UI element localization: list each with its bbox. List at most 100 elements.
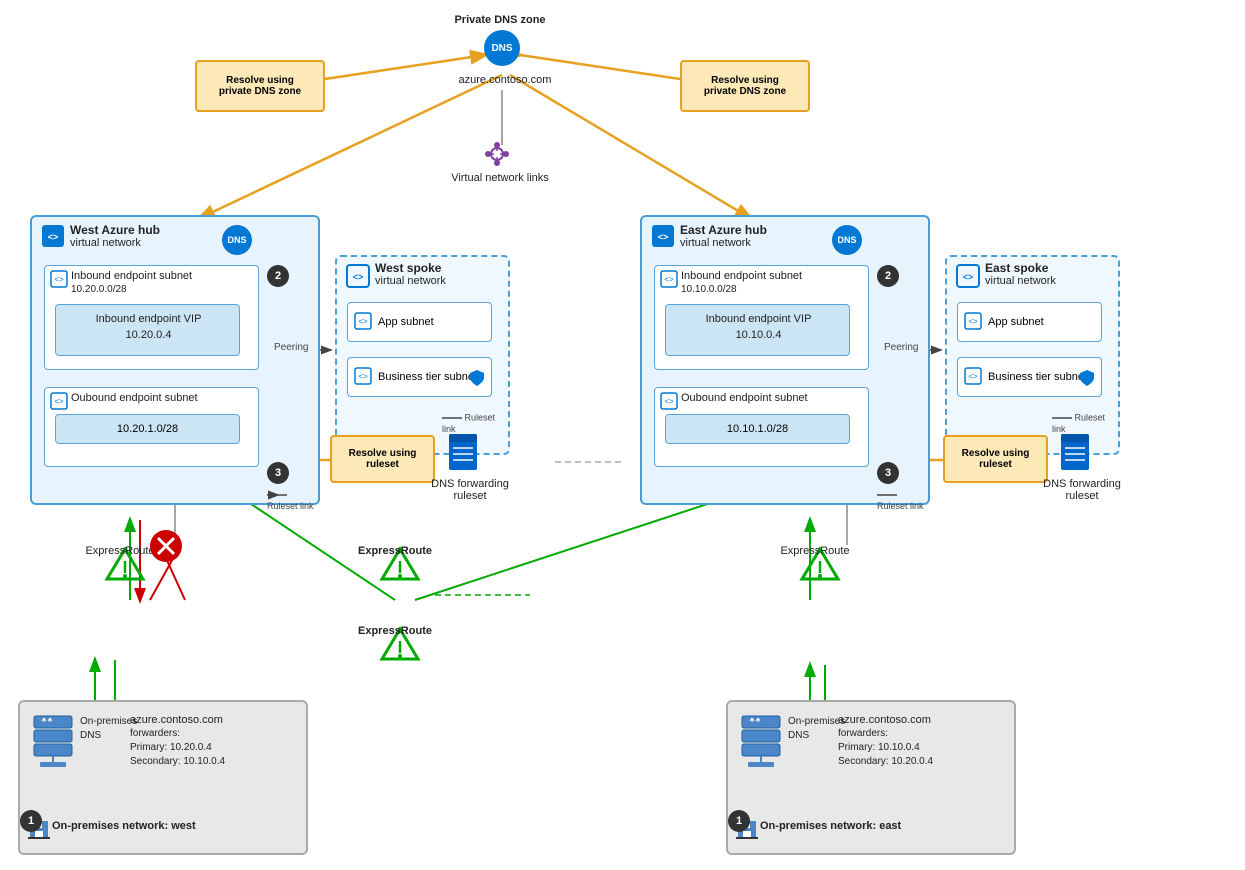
onprem-west-badge-1: 1 — [20, 810, 42, 832]
east-dns-ruleset-icon — [1057, 432, 1093, 475]
east-spoke-app-icon: <> — [964, 312, 982, 333]
east-hub-ruleset-link-label: Ruleset link — [877, 489, 928, 511]
west-hub-badge-3: 3 — [267, 462, 289, 484]
onprem-west-domain: azure.contoso.com — [130, 714, 223, 726]
east-hub-inbound-label: Inbound endpoint subnet — [681, 270, 802, 282]
west-spoke-business-subnet-box: <> Business tier subnet — [347, 357, 492, 397]
west-expressroute-icon: ExpressRoute — [95, 545, 155, 589]
east-spoke-vnet-icon: <> — [955, 263, 981, 292]
east-hub-inbound-ip: 10.10.0.0/28 — [681, 284, 737, 295]
svg-text:<>: <> — [968, 317, 978, 326]
east-spoke-subtitle: virtual network — [985, 275, 1056, 287]
east-spoke-shield-icon — [1079, 369, 1095, 390]
east-hub-inbound-subnet-box: <> Inbound endpoint subnet 10.10.0.0/28 … — [654, 265, 869, 370]
west-spoke-vnet-box: <> West spoke virtual network <> App sub… — [335, 255, 510, 455]
east-spoke-app-subnet-box: <> App subnet — [957, 302, 1102, 342]
block-icon — [148, 528, 184, 567]
west-resolve-ruleset-box: Resolve using ruleset — [330, 435, 435, 483]
east-peering-label: Peering — [884, 342, 918, 353]
onprem-east-badge-1: 1 — [728, 810, 750, 832]
east-spoke-ruleset-link: Ruleset link — [1052, 412, 1118, 434]
center-expressroute-bottom-icon: ExpressRoute — [370, 625, 430, 669]
onprem-east-dns-label: On-premises — [788, 716, 845, 727]
east-hub-vnet-box: <> East Azure hub virtual network DNS 2 … — [640, 215, 930, 505]
private-dns-circle: DNS — [484, 30, 520, 66]
west-spoke-subtitle: virtual network — [375, 275, 446, 287]
west-resolve-private-dns-box: Resolve using private DNS zone — [195, 60, 325, 112]
west-spoke-ruleset-link: Ruleset link — [442, 412, 508, 434]
svg-text:<>: <> — [353, 272, 364, 282]
west-resolve-label: Resolve using private DNS zone — [219, 75, 301, 97]
west-hub-title: West Azure hub — [70, 223, 160, 237]
west-dns-ruleset-icon — [445, 432, 481, 475]
onprem-east-box: On-premises DNS azure.contoso.com forwar… — [726, 700, 1016, 855]
west-spoke-app-label: App subnet — [378, 316, 434, 328]
onprem-east-server-icon — [740, 714, 782, 772]
west-peering-label: Peering — [274, 342, 308, 353]
west-spoke-business-icon: <> — [354, 367, 372, 388]
center-er-bottom-label: ExpressRoute — [355, 625, 435, 637]
diagram-container: DNS Private DNS zone azure.contoso.com V… — [0, 0, 1245, 870]
east-spoke-app-label: App subnet — [988, 316, 1044, 328]
onprem-east-domain: azure.contoso.com — [838, 714, 931, 726]
east-hub-outbound-subnet-box: <> Oubound endpoint subnet 10.10.1.0/28 — [654, 387, 869, 467]
east-hub-outbound-icon: <> — [660, 392, 678, 413]
dns-domain-label: azure.contoso.com — [450, 74, 560, 86]
east-spoke-business-icon: <> — [964, 367, 982, 388]
onprem-west-dns-label2: DNS — [80, 730, 101, 741]
east-hub-dns-badge: DNS — [832, 225, 862, 255]
west-hub-vip-label: Inbound endpoint VIP — [56, 313, 241, 325]
east-hub-vip-box: Inbound endpoint VIP 10.10.0.4 — [665, 304, 850, 356]
west-hub-outbound-icon: <> — [50, 392, 68, 413]
west-resolve-ruleset-label: Resolve using ruleset — [349, 448, 417, 470]
west-hub-outbound-label: Oubound endpoint subnet — [71, 392, 198, 404]
west-hub-vnet-box: <> West Azure hub virtual network DNS 2 … — [30, 215, 320, 505]
svg-text:<>: <> — [48, 232, 59, 242]
onprem-west-forwarder-label: forwarders: — [130, 728, 180, 739]
east-spoke-business-subnet-box: <> Business tier subnet — [957, 357, 1102, 397]
east-hub-outbound-label: Oubound endpoint subnet — [681, 392, 808, 404]
svg-text:<>: <> — [54, 275, 64, 284]
dns-circle-label: DNS — [491, 43, 512, 54]
west-spoke-vnet-icon: <> — [345, 263, 371, 292]
west-spoke-shield-icon — [469, 369, 485, 390]
west-hub-vnet-icon: <> — [40, 223, 66, 252]
east-hub-outbound-ip-box: 10.10.1.0/28 — [665, 414, 850, 444]
onprem-east-secondary: Secondary: 10.20.0.4 — [838, 756, 933, 767]
west-hub-inbound-icon: <> — [50, 270, 68, 291]
west-hub-ruleset-link-label: Ruleset link — [267, 489, 318, 511]
svg-text:<>: <> — [963, 272, 974, 282]
onprem-east-primary: Primary: 10.10.0.4 — [838, 742, 920, 753]
west-spoke-title: West spoke — [375, 261, 441, 275]
vnet-links-label: Virtual network links — [445, 172, 555, 184]
west-spoke-business-label: Business tier subnet — [378, 371, 477, 383]
east-spoke-business-label: Business tier subnet — [988, 371, 1087, 383]
west-spoke-app-icon: <> — [354, 312, 372, 333]
west-hub-subtitle: virtual network — [70, 237, 141, 249]
onprem-west-primary: Primary: 10.20.0.4 — [130, 742, 212, 753]
west-hub-outbound-ip-box: 10.20.1.0/28 — [55, 414, 240, 444]
vnet-links-icon — [483, 140, 511, 171]
center-er-top-label: ExpressRoute — [355, 545, 435, 557]
center-expressroute-top-icon: ExpressRoute — [370, 545, 430, 589]
onprem-east-title: On-premises network: east — [760, 820, 901, 832]
west-dns-ruleset-label: DNS forwarding ruleset — [425, 478, 515, 502]
onprem-west-box: On-premises DNS azure.contoso.com forwar… — [18, 700, 308, 855]
east-hub-inbound-icon: <> — [660, 270, 678, 291]
west-spoke-app-subnet-box: <> App subnet — [347, 302, 492, 342]
east-spoke-vnet-box: <> East spoke virtual network <> App sub… — [945, 255, 1120, 455]
onprem-east-dns-label2: DNS — [788, 730, 809, 741]
west-hub-dns-badge: DNS — [222, 225, 252, 255]
svg-text:<>: <> — [664, 397, 674, 406]
east-resolve-private-dns-box: Resolve using private DNS zone — [680, 60, 810, 112]
west-hub-outbound-subnet-box: <> Oubound endpoint subnet 10.20.1.0/28 — [44, 387, 259, 467]
east-hub-vnet-icon: <> — [650, 223, 676, 252]
svg-text:<>: <> — [658, 232, 669, 242]
svg-text:<>: <> — [358, 372, 368, 381]
onprem-west-secondary: Secondary: 10.10.0.4 — [130, 756, 225, 767]
east-resolve-ruleset-label: Resolve using ruleset — [962, 448, 1030, 470]
onprem-west-dns-label: On-premises — [80, 716, 137, 727]
west-hub-inbound-subnet-box: <> Inbound endpoint subnet 10.20.0.0/28 … — [44, 265, 259, 370]
east-hub-vip-label: Inbound endpoint VIP — [666, 313, 851, 325]
east-hub-title: East Azure hub — [680, 223, 767, 237]
